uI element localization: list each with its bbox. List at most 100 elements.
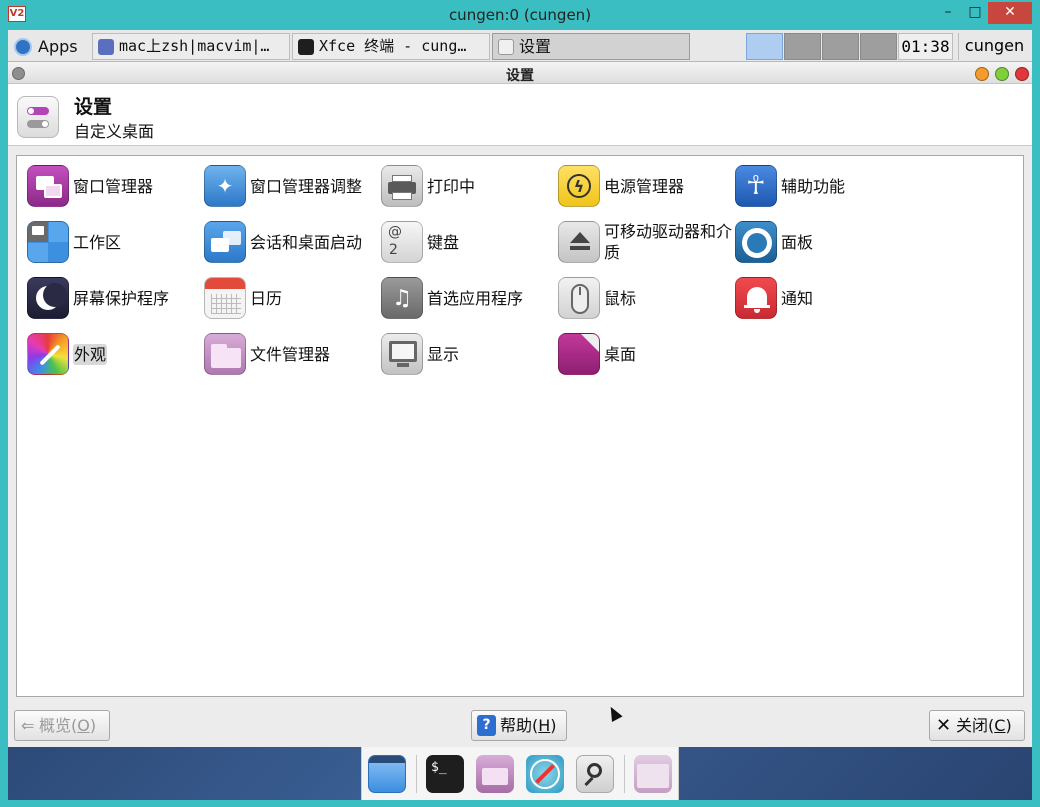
settings-item-workspaces[interactable]: 工作区 xyxy=(24,218,201,270)
settings-item-mouse[interactable]: 鼠标 xyxy=(555,274,732,326)
settings-item-removable-drives[interactable]: 可移动驱动器和介质 xyxy=(555,218,732,270)
show-desktop-icon[interactable] xyxy=(368,755,406,793)
settings-item-file-manager[interactable]: 文件管理器 xyxy=(201,330,378,382)
settings-item-label: 显示 xyxy=(427,344,460,364)
panel-clock[interactable]: 01:38 xyxy=(898,33,953,60)
vnc-titlebar: V2 cungen:0 (cungen) – □ ✕ xyxy=(0,0,1040,30)
close-icon: ✕ xyxy=(936,715,952,736)
settings-item-screensaver[interactable]: 屏幕保护程序 xyxy=(24,274,201,326)
settings-button-bar: ⇐ 概览(O) ? 帮助(H) ✕ 关闭(C) xyxy=(8,707,1032,747)
overview-mnemonic: O xyxy=(77,716,90,735)
close-button[interactable]: ✕ xyxy=(988,2,1032,24)
taskbar-item-settings[interactable]: 设置 xyxy=(492,33,690,60)
settings-item-label: 外观 xyxy=(73,330,201,378)
settings-item-appearance[interactable]: 外观 xyxy=(24,330,201,382)
terminal-icon xyxy=(298,39,314,55)
printer-icon xyxy=(381,165,423,207)
preferred-apps-icon: ♫ xyxy=(381,277,423,319)
taskbar-item-terminal[interactable]: Xfce 终端 - cung… xyxy=(292,33,490,60)
top-panel: Apps mac上zsh|macvim|… Xfce 终端 - cung… 设置… xyxy=(8,30,1032,62)
settings-item-label: 窗口管理器 xyxy=(73,176,154,196)
settings-item-label: 日历 xyxy=(250,288,283,308)
workspace-1[interactable] xyxy=(746,33,783,60)
settings-item-label: 打印中 xyxy=(427,176,476,196)
settings-app-icon xyxy=(17,96,59,138)
workspace-4[interactable] xyxy=(860,33,897,60)
close-settings-button[interactable]: ✕ 关闭(C) xyxy=(929,710,1025,741)
settings-item-label: 面板 xyxy=(781,232,814,252)
apps-menu-label: Apps xyxy=(38,37,78,56)
help-button-label: 帮助 xyxy=(500,716,533,735)
overview-button[interactable]: ⇐ 概览(O) xyxy=(14,710,110,741)
workspace-icon xyxy=(27,221,69,263)
bottom-dock: $_ xyxy=(361,747,679,800)
taskbar-item-macvim[interactable]: mac上zsh|macvim|… xyxy=(92,33,290,60)
workspace-2[interactable] xyxy=(784,33,821,60)
settings-item-label: 桌面 xyxy=(604,344,637,364)
apps-menu-button[interactable]: Apps xyxy=(10,33,88,60)
settings-titlebar: 设置 xyxy=(8,62,1032,84)
workspace-3[interactable] xyxy=(822,33,859,60)
settings-item-grid: 窗口管理器 ✦ 窗口管理器调整 打印中 ϟ 电源管理器 ☥ 辅助功能 工作区 会… xyxy=(16,155,1024,697)
overview-button-label: 概览 xyxy=(39,716,72,735)
settings-item-window-manager[interactable]: 窗口管理器 xyxy=(24,162,201,214)
settings-item-label: 键盘 xyxy=(427,232,460,252)
settings-item-keyboard[interactable]: @ 2 键盘 xyxy=(378,218,555,270)
settings-item-label: 工作区 xyxy=(73,232,122,252)
settings-item-label: 通知 xyxy=(781,288,814,308)
page-subtitle: 自定义桌面 xyxy=(74,122,155,141)
settings-item-label: 窗口管理器调整 xyxy=(250,176,363,196)
session-icon xyxy=(204,221,246,263)
panel-icon xyxy=(735,221,777,263)
settings-item-power-manager[interactable]: ϟ 电源管理器 xyxy=(555,162,732,214)
terminal-icon[interactable]: $_ xyxy=(426,755,464,793)
settings-item-label: 辅助功能 xyxy=(781,176,846,196)
folder-icon[interactable] xyxy=(634,755,672,793)
app-window-icon xyxy=(98,39,114,55)
calendar-icon xyxy=(204,277,246,319)
eject-icon xyxy=(558,221,600,263)
settings-item-label: 电源管理器 xyxy=(604,176,685,196)
help-mnemonic: H xyxy=(538,716,551,735)
help-button[interactable]: ? 帮助(H) xyxy=(471,710,567,741)
display-icon xyxy=(381,333,423,375)
settings-item-desktop[interactable]: 桌面 xyxy=(555,330,732,382)
vnc-viewer-window: V2 cungen:0 (cungen) – □ ✕ Apps mac上zsh|… xyxy=(0,0,1040,807)
settings-item-session-startup[interactable]: 会话和桌面启动 xyxy=(201,218,378,270)
settings-item-preferred-apps[interactable]: ♫ 首选应用程序 xyxy=(378,274,555,326)
help-icon: ? xyxy=(477,715,496,736)
settings-header: 设置 自定义桌面 xyxy=(8,84,1032,146)
settings-item-label: 鼠标 xyxy=(604,288,637,308)
settings-item-panel[interactable]: 面板 xyxy=(732,218,909,270)
window-minimize-button[interactable] xyxy=(975,67,989,81)
appearance-icon xyxy=(27,333,69,375)
window-maximize-button[interactable] xyxy=(995,67,1009,81)
settings-window: 设置 设置 自定义桌面 窗口管理器 ✦ 窗口管理器调整 打印中 ϟ 电源管理器 … xyxy=(8,62,1032,747)
remote-desktop: Apps mac上zsh|macvim|… Xfce 终端 - cung… 设置… xyxy=(8,30,1032,800)
apps-menu-icon xyxy=(14,38,32,56)
settings-item-label: 会话和桌面启动 xyxy=(250,232,363,252)
window-close-button[interactable] xyxy=(1015,67,1029,81)
screensaver-icon xyxy=(27,277,69,319)
window-tweaks-icon: ✦ xyxy=(204,165,246,207)
power-icon: ϟ xyxy=(558,165,600,207)
panel-user-menu[interactable]: cungen xyxy=(958,33,1030,60)
desktop-icon xyxy=(558,333,600,375)
file-manager-icon[interactable] xyxy=(476,755,514,793)
settings-item-label-text: 外观 xyxy=(73,343,108,365)
close-button-label: 关闭 xyxy=(956,716,989,735)
settings-item-window-tweaks[interactable]: ✦ 窗口管理器调整 xyxy=(201,162,378,214)
taskbar-item-label: Xfce 终端 - cung… xyxy=(319,37,467,55)
settings-item-accessibility[interactable]: ☥ 辅助功能 xyxy=(732,162,909,214)
settings-item-label: 首选应用程序 xyxy=(427,288,524,308)
web-browser-icon[interactable] xyxy=(526,755,564,793)
page-title: 设置 xyxy=(74,96,113,118)
app-finder-icon[interactable] xyxy=(576,755,614,793)
arrow-left-icon: ⇐ xyxy=(21,716,35,735)
settings-item-notifications[interactable]: 通知 xyxy=(732,274,909,326)
mouse-icon xyxy=(558,277,600,319)
settings-item-calendar[interactable]: 日历 xyxy=(201,274,378,326)
settings-item-printing[interactable]: 打印中 xyxy=(378,162,555,214)
settings-item-label: 屏幕保护程序 xyxy=(73,288,170,308)
settings-item-display[interactable]: 显示 xyxy=(378,330,555,382)
